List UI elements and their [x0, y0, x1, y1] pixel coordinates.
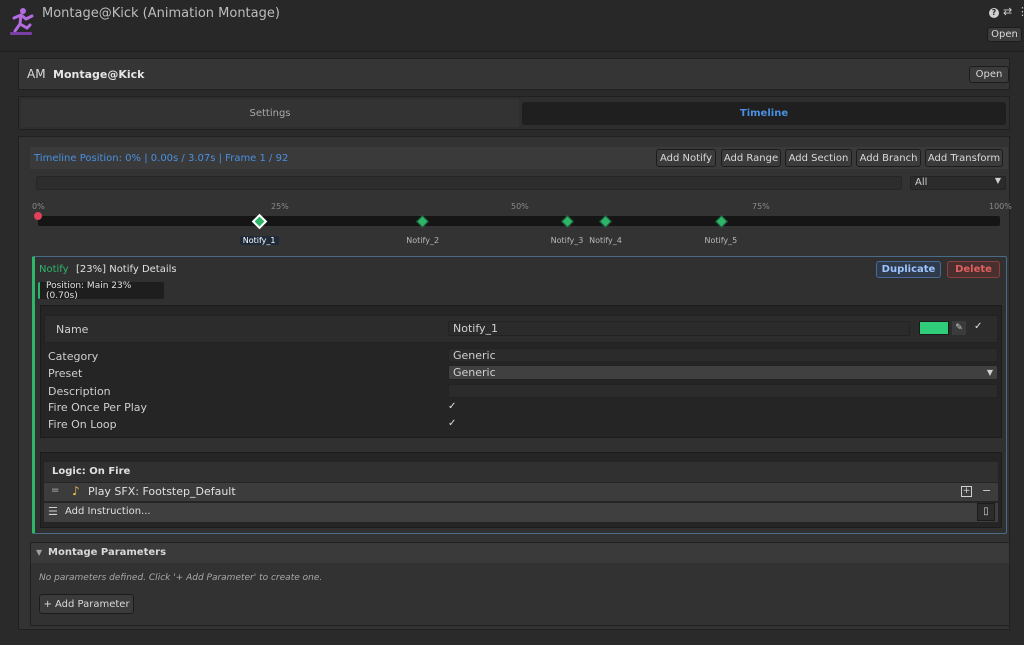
window-header: Montage@Kick (Animation Montage) ? ⇄ ⋮ O…	[0, 0, 1024, 52]
position-label: Position: Main 23% (0.70s)	[38, 280, 164, 301]
fire-once-label: Fire Once Per Play	[48, 401, 148, 414]
preset-dropdown[interactable]: Generic ▼	[448, 365, 998, 380]
clipboard-icon[interactable]: ▯	[977, 503, 995, 521]
eyedropper-icon[interactable]: ✎	[952, 321, 966, 335]
timeline-track[interactable]	[38, 216, 1000, 226]
add-range-button[interactable]: Add Range	[721, 149, 781, 167]
tab-timeline[interactable]: Timeline	[522, 102, 1006, 125]
tab-settings[interactable]: Settings	[21, 99, 519, 127]
app-logo-icon	[6, 6, 36, 36]
playhead[interactable]	[34, 212, 42, 220]
notify-marker-label: Notify_3	[550, 236, 584, 245]
duplicate-button[interactable]: Duplicate	[876, 261, 941, 278]
parameters-header[interactable]	[31, 543, 1009, 563]
kebab-menu-icon[interactable]: ⋮	[1017, 5, 1024, 18]
category-input[interactable]: Generic	[448, 348, 998, 362]
add-transform-button[interactable]: Add Transform	[925, 149, 1003, 167]
asset-open-button[interactable]: Open	[969, 66, 1009, 83]
confirm-check-icon[interactable]: ✓	[974, 321, 982, 332]
tick-25: 25%	[271, 202, 289, 211]
delete-button[interactable]: Delete	[947, 261, 1000, 278]
tick-0: 0%	[32, 202, 45, 211]
position-label-text: Position: Main 23% (0.70s)	[46, 280, 132, 301]
expand-icon[interactable]: +	[961, 486, 972, 497]
drag-handle-icon[interactable]: =	[51, 485, 59, 496]
asset-bar: AM Montage@Kick Open	[18, 58, 1010, 90]
fire-on-loop-checkbox[interactable]: ✓	[448, 418, 456, 429]
help-icon[interactable]: ?	[989, 8, 999, 18]
sliders-icon[interactable]: ⇄	[1003, 5, 1012, 18]
preset-label: Preset	[48, 367, 83, 380]
tab-timeline-label: Timeline	[739, 108, 789, 119]
parameters-title: Montage Parameters	[48, 547, 167, 558]
add-instruction-bar[interactable]	[44, 503, 998, 522]
notify-marker-label: Notify_2	[406, 236, 440, 245]
tab-bar: Settings Timeline	[18, 96, 1010, 130]
color-swatch[interactable]	[919, 321, 949, 335]
name-input[interactable]: Notify_1	[448, 321, 910, 336]
tick-75: 75%	[752, 202, 770, 211]
chevron-down-icon: ▼	[986, 368, 993, 377]
parameters-empty-text: No parameters defined. Click '+ Add Para…	[39, 573, 323, 583]
notify-marker-label: Notify_5	[704, 236, 738, 245]
filter-dropdown[interactable]: All ▼	[910, 176, 1006, 190]
tick-100: 100%	[989, 202, 1012, 211]
add-branch-button[interactable]: Add Branch	[856, 149, 921, 167]
timeline-scrollbar[interactable]	[36, 176, 902, 190]
tick-50: 50%	[511, 202, 529, 211]
notify-marker-label: Notify_4	[589, 236, 622, 245]
remove-icon[interactable]: −	[982, 484, 991, 497]
timeline-position-text: Timeline Position: 0% | 0.00s / 3.07s | …	[34, 153, 289, 164]
collapse-triangle-icon[interactable]: ▼	[36, 548, 42, 557]
add-parameter-button[interactable]: + Add Parameter	[39, 594, 134, 614]
window-title: Montage@Kick (Animation Montage)	[42, 6, 280, 21]
description-label: Description	[48, 385, 111, 398]
notify-marker-label: Notify_1	[239, 236, 279, 245]
fire-once-checkbox[interactable]: ✓	[448, 401, 456, 412]
notify-details-title: [23%] Notify Details	[76, 264, 177, 275]
chevron-down-icon: ▼	[994, 176, 1001, 185]
asset-name: Montage@Kick	[53, 68, 145, 81]
music-note-icon: ♪	[72, 484, 80, 498]
description-input[interactable]	[448, 384, 998, 398]
list-icon: ☰	[48, 505, 58, 518]
logic-title: Logic: On Fire	[52, 466, 131, 477]
logic-header	[44, 462, 998, 482]
name-label: Name	[56, 323, 89, 336]
add-instruction-label: Add Instruction...	[65, 506, 151, 517]
instruction-label: Play SFX: Footstep_Default	[88, 485, 236, 498]
filter-dropdown-value: All	[915, 177, 928, 188]
tab-settings-label: Settings	[249, 107, 291, 119]
add-notify-button[interactable]: Add Notify	[656, 149, 716, 167]
preset-dropdown-value: Generic	[453, 366, 496, 379]
asset-badge: AM	[27, 67, 46, 81]
category-label: Category	[48, 350, 99, 363]
add-section-button[interactable]: Add Section	[785, 149, 852, 167]
fire-on-loop-label: Fire On Loop	[48, 418, 117, 431]
window-open-button[interactable]: Open	[987, 27, 1022, 42]
notify-type-label: Notify	[39, 264, 69, 275]
